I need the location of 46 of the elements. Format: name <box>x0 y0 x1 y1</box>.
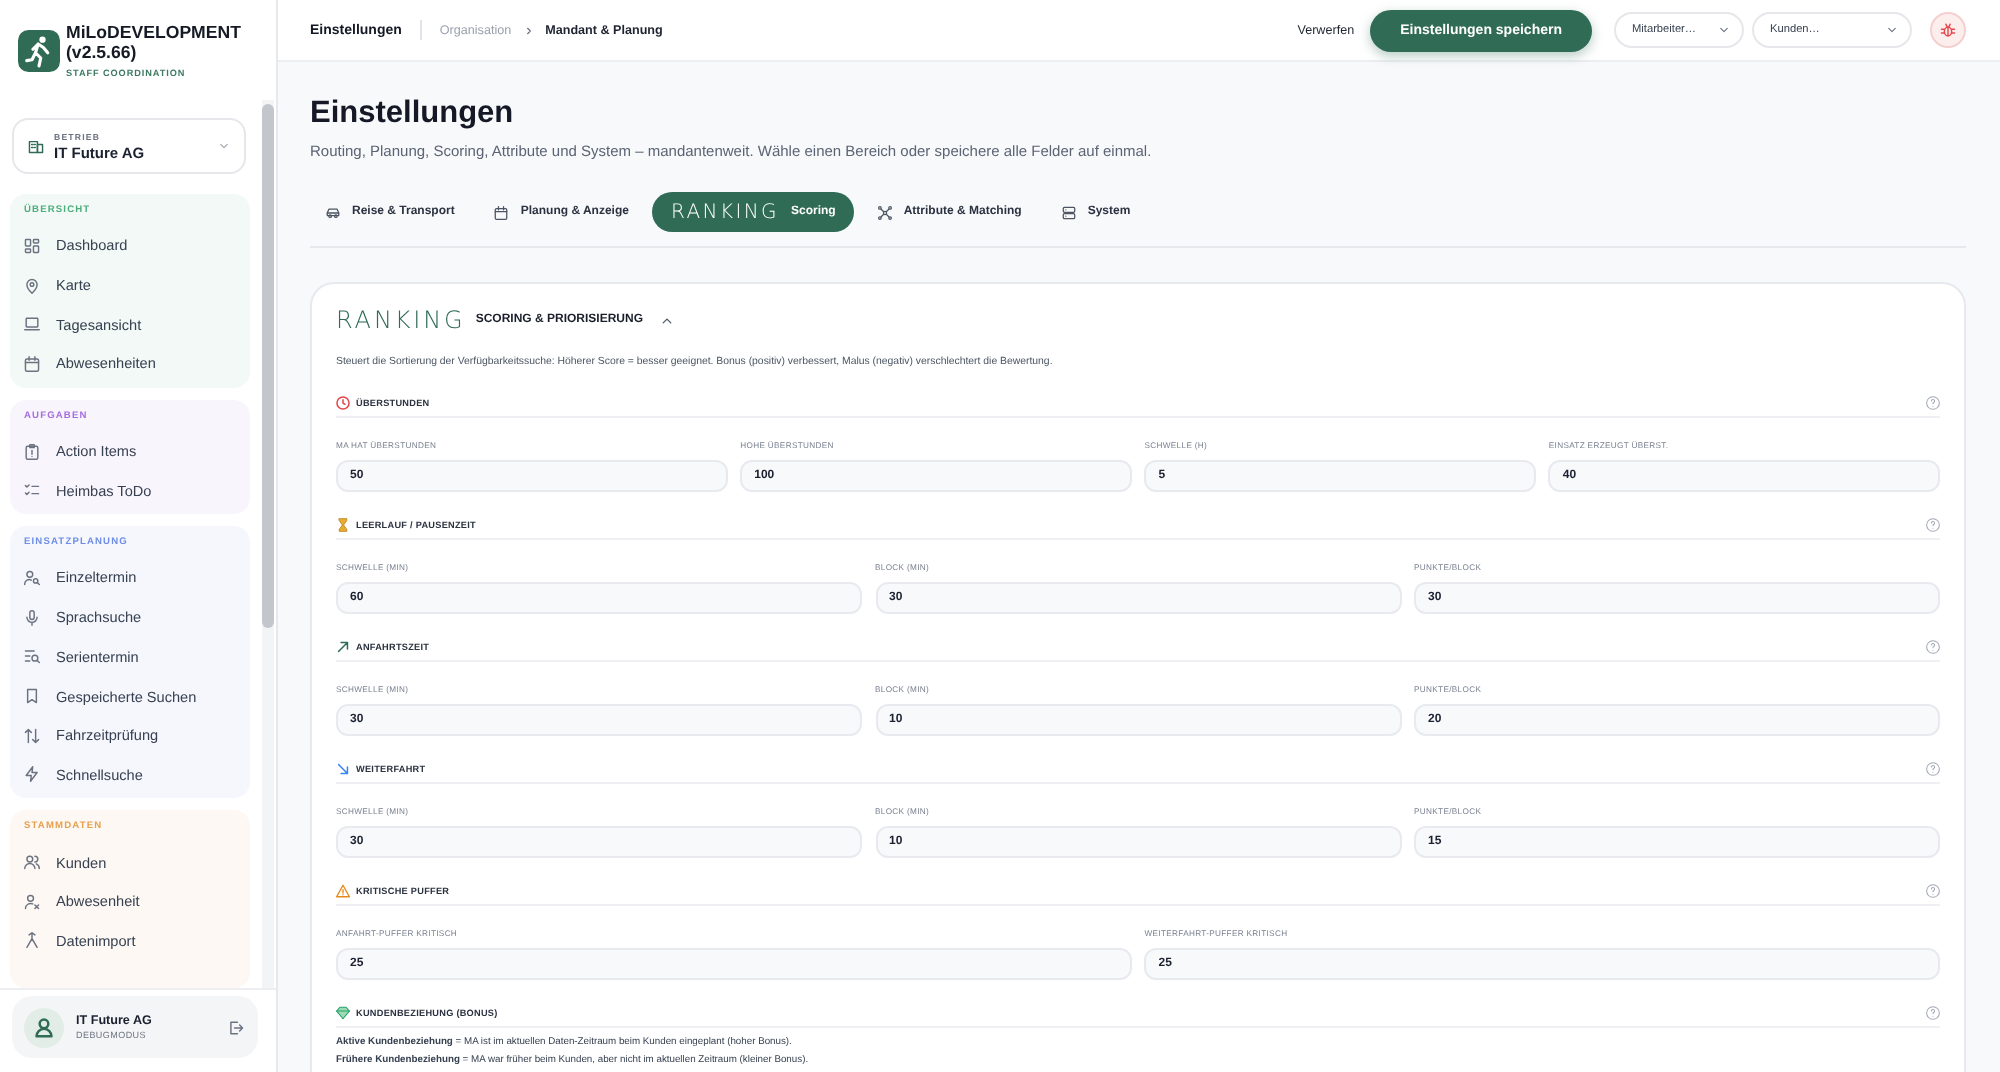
grid-icon <box>24 237 40 254</box>
help-icon[interactable] <box>1926 884 1940 898</box>
users-icon <box>24 854 40 871</box>
fork-icon <box>24 932 40 949</box>
hourglass-icon <box>336 518 350 532</box>
help-icon[interactable] <box>1926 518 1940 532</box>
help-icon[interactable] <box>1926 762 1940 776</box>
map-pin-icon <box>24 277 40 294</box>
server-icon <box>1061 205 1076 219</box>
calendar-icon <box>24 355 40 372</box>
laptop-icon <box>24 316 40 333</box>
clipboard-icon <box>24 443 40 460</box>
logout-icon[interactable] <box>228 1019 244 1035</box>
user-search-icon <box>24 569 40 586</box>
user-avatar-icon <box>24 1007 64 1047</box>
chevron-down-icon <box>1718 24 1730 36</box>
user-x-icon <box>24 893 40 910</box>
bookmark-icon <box>24 688 40 705</box>
help-icon[interactable] <box>1926 396 1940 410</box>
arrow-down-right-icon <box>336 762 350 776</box>
chevron-down-icon <box>218 140 230 152</box>
clock-icon <box>336 396 350 410</box>
chevron-up-icon[interactable] <box>659 313 673 327</box>
calendar-icon <box>494 205 509 219</box>
chevron-down-icon <box>1886 24 1898 36</box>
car-icon <box>326 205 340 219</box>
building-icon <box>28 138 44 154</box>
help-icon[interactable] <box>1926 1006 1940 1020</box>
arrow-up-right-icon <box>336 640 350 654</box>
app-title: MiLoDEVELOPMENT (v2.5.66) <box>66 21 243 61</box>
up-down-arrows-icon <box>24 727 40 744</box>
debug-button[interactable] <box>1930 12 1966 48</box>
gem-icon <box>336 1006 350 1020</box>
network-icon <box>877 205 892 219</box>
help-icon[interactable] <box>1926 640 1940 654</box>
list-search-icon <box>24 648 40 665</box>
lightning-icon <box>24 766 40 783</box>
bug-icon <box>1940 22 1956 38</box>
scrollbar-thumb[interactable] <box>262 104 274 628</box>
ranking-wordmark: RANKING <box>336 306 466 334</box>
warning-icon <box>336 884 350 898</box>
chevron-right-icon <box>523 25 534 35</box>
running-person-logo-icon <box>18 29 60 71</box>
page-title: Einstellungen <box>310 94 516 134</box>
microphone-icon <box>24 609 40 626</box>
checklist-icon <box>24 482 40 499</box>
